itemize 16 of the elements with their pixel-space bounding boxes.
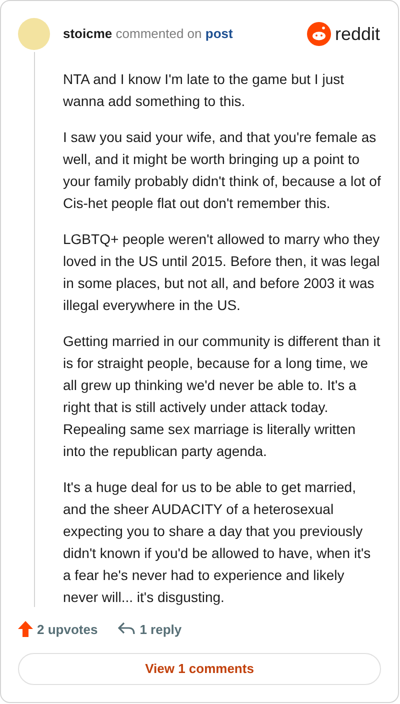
comment-action: commented on xyxy=(116,26,202,42)
comment-paragraph: LGBTQ+ people weren't allowed to marry who they loved in the US until 2015. Before then, it was legal in some places, but not all, and before 2003 it was illegal everywhere in the US. xyxy=(63,230,381,315)
reply-count: 1 reply xyxy=(140,620,182,639)
alien-logo-icon xyxy=(306,22,331,46)
comment-paragraph: NTA and I know I'm late to the game but I just wanna add something to this. xyxy=(63,70,345,111)
view-comments-button[interactable]: View 1 comments xyxy=(18,653,381,685)
comment-paragraph: Getting married in our community is different than it is for straight people, because for a long time, we all grew up thinking we'd never be able to. It's a right that is still actively under attack today. Repealing same sex marriage is literally written into the republican party agenda. xyxy=(63,332,381,461)
brand-name: reddit xyxy=(334,25,380,43)
author-name[interactable]: stoicme xyxy=(63,26,112,42)
reply-arrow-icon[interactable] xyxy=(118,622,136,636)
upvote-count: 2 upvotes xyxy=(37,620,98,639)
comment-paragraph: I saw you said your wife, and that you're female as well, and it might be worth bringing up a point to your family probably didn't think of, because a lot of Cis-het people flat out don't remember this. xyxy=(63,128,381,213)
post-link[interactable]: post xyxy=(205,26,233,42)
comment-paragraph: It's a huge deal for us to be able to get married, and the sheer AUDACITY of a heterosexual expecting you to share a day that you previously didn't known if you'd be allowed to have, when it's a fear he's never had to experience and likely never will... it's disgusting. xyxy=(63,478,372,607)
upvote-arrow-icon[interactable] xyxy=(18,621,33,638)
avatar xyxy=(18,18,50,50)
